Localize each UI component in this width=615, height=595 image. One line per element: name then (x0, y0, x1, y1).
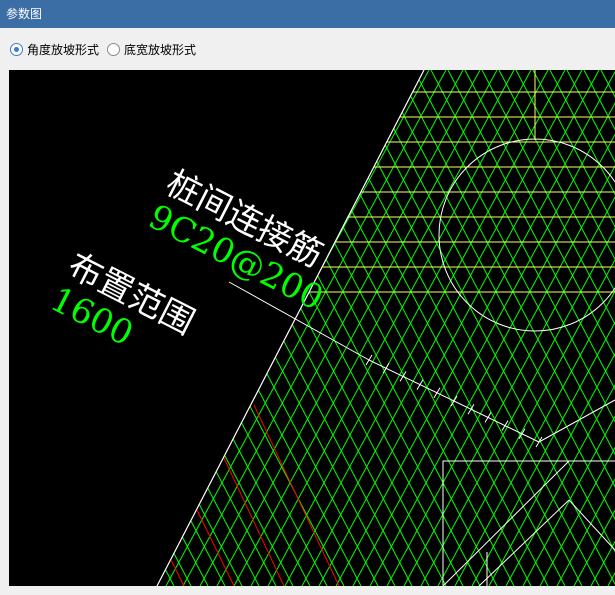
angle-mode-radio[interactable] (10, 43, 23, 56)
window-title: 参数图 (0, 0, 615, 28)
width-mode-radio[interactable] (107, 43, 120, 56)
horizontal-rebar-lines (309, 91, 615, 293)
width-mode-option[interactable]: 底宽放坡形式 (107, 41, 196, 58)
width-mode-label: 底宽放坡形式 (124, 43, 197, 57)
slope-mode-options: 角度放坡形式 底宽放坡形式 (0, 28, 615, 70)
cad-drawing: 桩间连接筋 9C20@200 布置范围 1600 (44, 70, 615, 586)
angle-mode-option[interactable]: 角度放坡形式 (10, 41, 99, 58)
angle-mode-label: 角度放坡形式 (27, 43, 100, 57)
bottom-border (0, 586, 615, 595)
slope-boundary-line (156, 70, 425, 586)
parameter-drawing-canvas: 桩间连接筋 9C20@200 布置范围 1600 (9, 70, 615, 586)
